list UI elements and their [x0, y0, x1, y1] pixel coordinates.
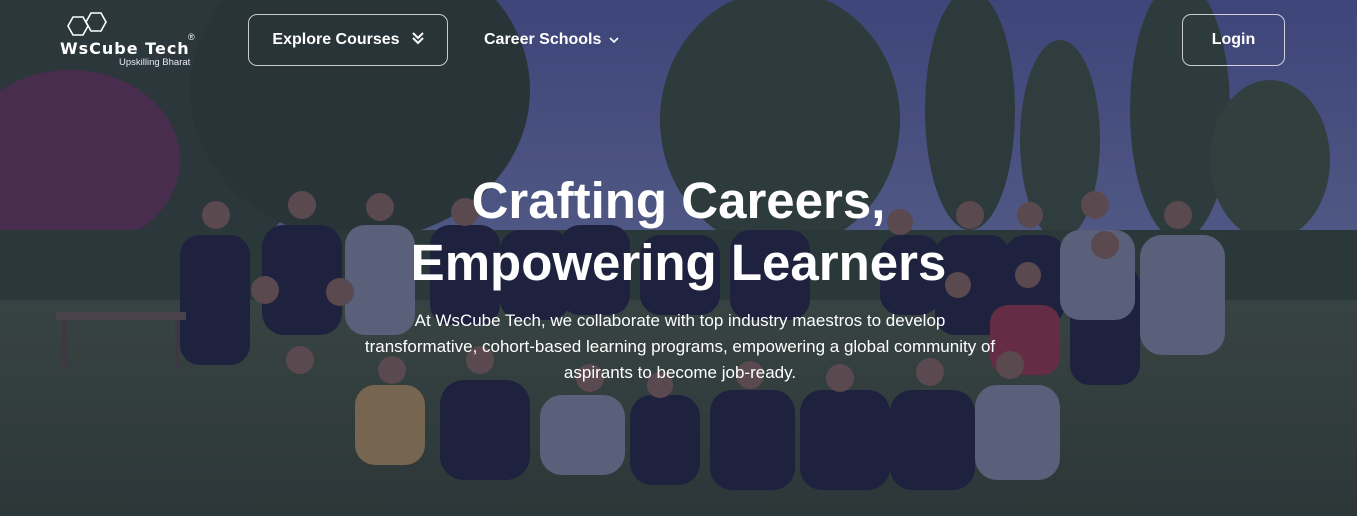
top-navigation: WsCube Tech ® Upskilling Bharat Explore … — [0, 0, 1357, 80]
double-chevron-down-icon — [411, 31, 424, 50]
login-label: Login — [1211, 31, 1256, 48]
career-schools-label: Career Schools — [484, 31, 602, 48]
chevron-down-icon — [609, 31, 619, 49]
hero-title: Crafting Careers, Empowering Learners — [0, 170, 1357, 294]
explore-courses-button[interactable]: Explore Courses — [248, 14, 448, 66]
brand-tagline: Upskilling Bharat — [119, 57, 191, 68]
login-button[interactable]: Login — [1182, 14, 1285, 66]
hero-title-line-2: Empowering Learners — [410, 234, 947, 291]
explore-courses-label: Explore Courses — [272, 31, 400, 48]
career-schools-dropdown[interactable]: Career Schools — [484, 28, 619, 52]
brand-logo[interactable]: WsCube Tech ® Upskilling Bharat — [58, 12, 203, 70]
brand-name: WsCube Tech — [60, 39, 190, 58]
registered-mark: ® — [188, 32, 195, 42]
hero-section: WsCube Tech ® Upskilling Bharat Explore … — [0, 0, 1357, 516]
cube-logo-icon — [67, 12, 107, 36]
hero-description: At WsCube Tech, we collaborate with top … — [364, 311, 996, 382]
hero-title-line-1: Crafting Careers, — [471, 172, 886, 229]
